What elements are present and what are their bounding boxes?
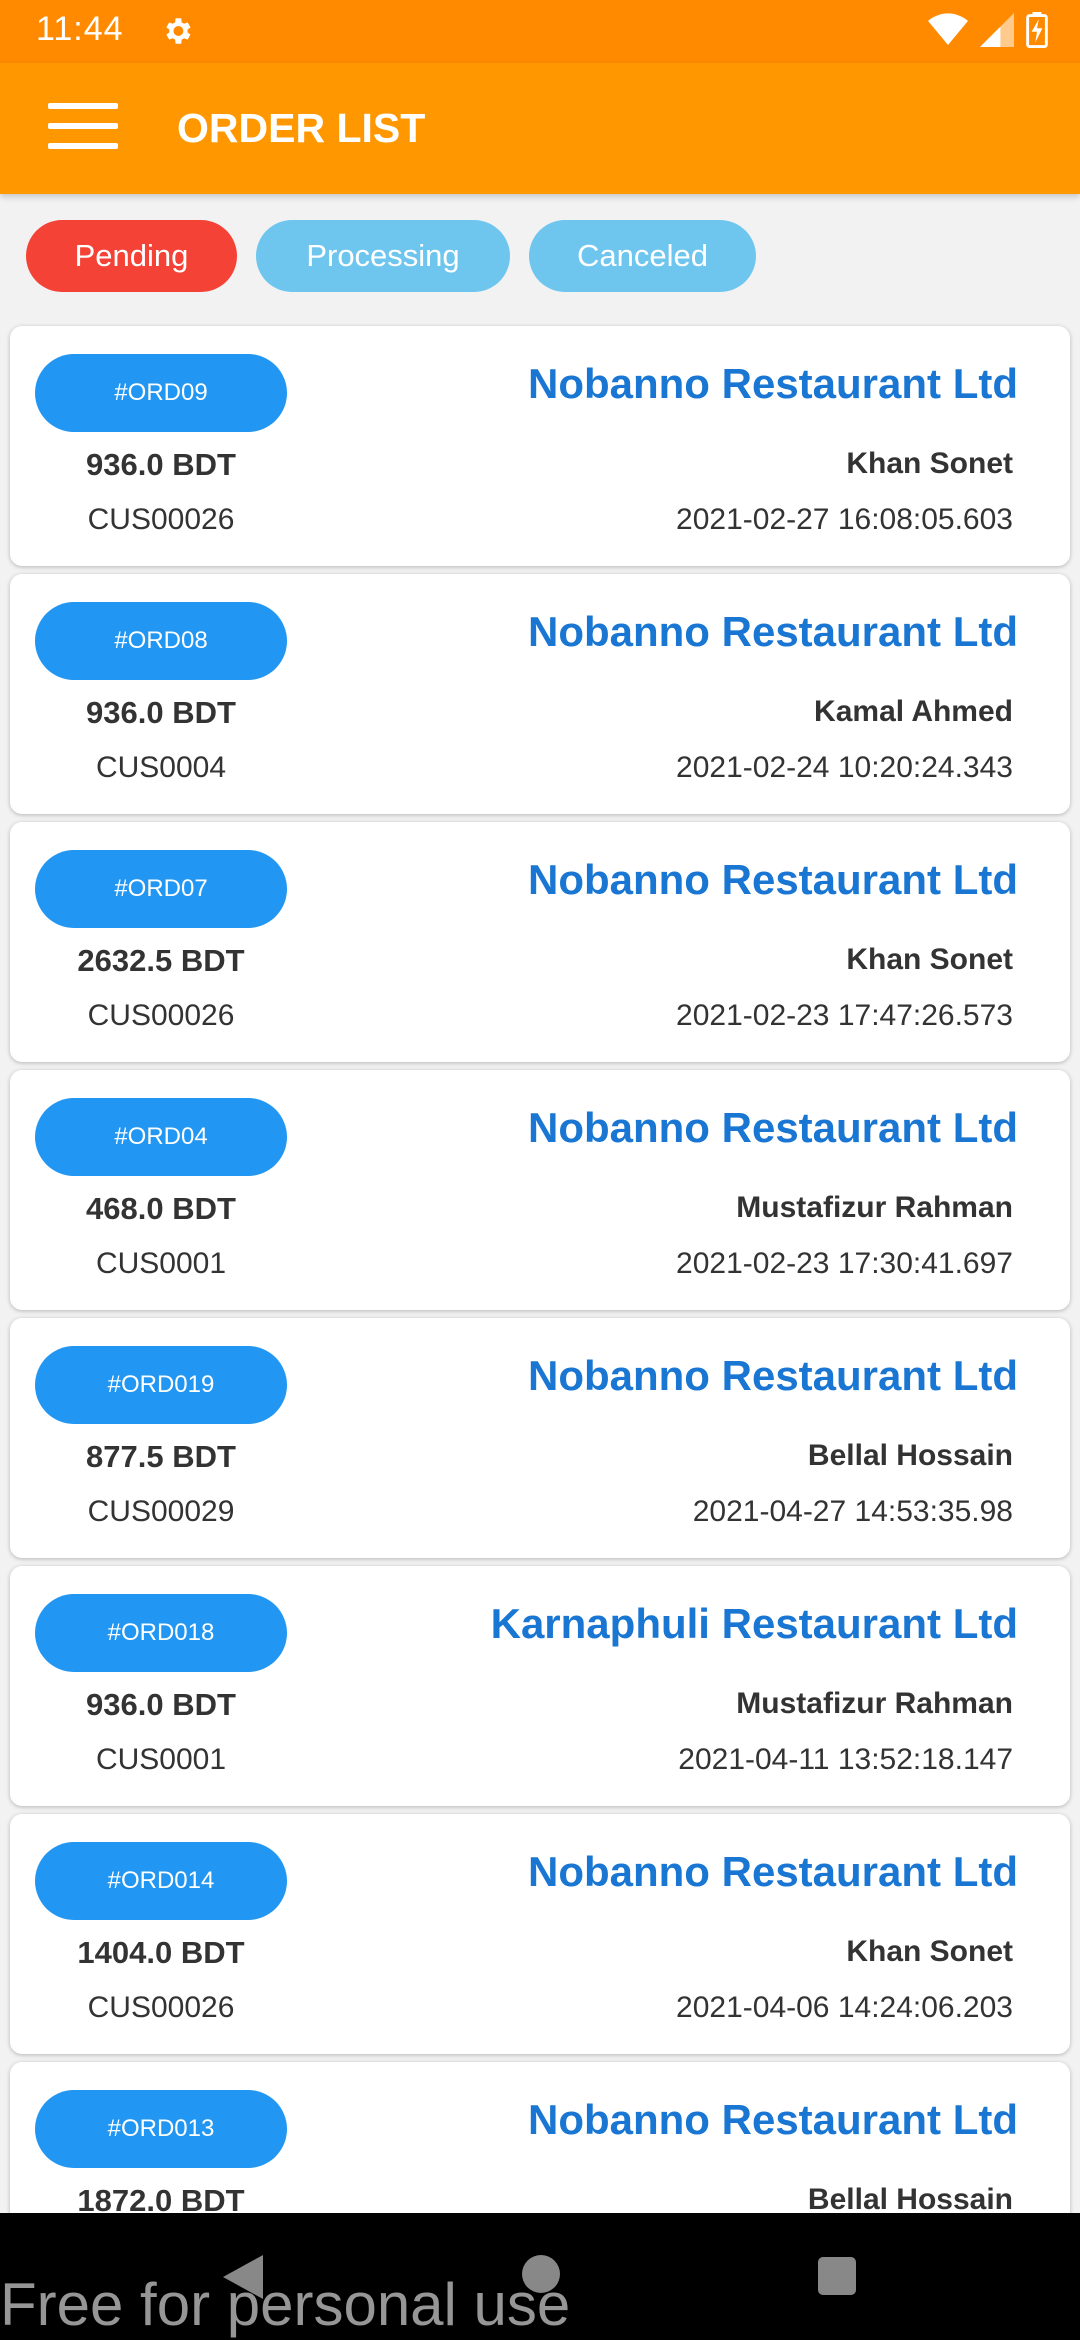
order-card[interactable]: #ORD019 877.5 BDT CUS00029 Nobanno Resta… [10, 1318, 1070, 1558]
battery-icon [1026, 12, 1048, 48]
watermark-text: Free for personal use [0, 2271, 571, 2338]
order-datetime: 2021-02-23 17:30:41.697 [676, 1247, 1013, 1280]
status-time: 11:44 [36, 10, 124, 48]
status-bar: 11:44 [0, 0, 1080, 63]
order-card[interactable]: #ORD04 468.0 BDT CUS0001 Nobanno Restaur… [10, 1070, 1070, 1310]
hamburger-menu-icon[interactable] [48, 103, 118, 155]
status-indicators [928, 12, 1048, 48]
recent-apps-icon[interactable] [818, 2257, 856, 2295]
tab-canceled[interactable]: Canceled [529, 220, 756, 292]
order-id-badge[interactable]: #ORD014 [35, 1842, 287, 1920]
customer-id: CUS0001 [95, 1743, 227, 1776]
order-id-badge[interactable]: #ORD09 [35, 354, 287, 432]
customer-name: Bellal Hossain [807, 2183, 1013, 2216]
wifi-icon [928, 13, 968, 46]
restaurant-name: Nobanno Restaurant Ltd [528, 2096, 1018, 2143]
order-datetime: 2021-04-27 14:53:35.98 [692, 1495, 1013, 1528]
order-id-badge[interactable]: #ORD08 [35, 602, 287, 680]
order-id-badge[interactable]: #ORD019 [35, 1346, 287, 1424]
order-datetime: 2021-02-27 16:08:05.603 [676, 503, 1013, 536]
order-id-badge[interactable]: #ORD07 [35, 850, 287, 928]
order-datetime: 2021-04-06 14:24:06.203 [676, 1991, 1013, 2024]
customer-name: Mustafizur Rahman [736, 1687, 1013, 1720]
settings-gear-icon [166, 18, 191, 44]
order-amount: 468.0 BDT [86, 1191, 236, 1226]
order-amount: 936.0 BDT [86, 695, 236, 730]
order-card[interactable]: #ORD07 2632.5 BDT CUS00026 Nobanno Resta… [10, 822, 1070, 1062]
customer-name: Kamal Ahmed [814, 695, 1013, 728]
order-card[interactable]: #ORD09 936.0 BDT CUS00026 Nobanno Restau… [10, 326, 1070, 566]
customer-name: Khan Sonet [846, 1935, 1013, 1968]
page-title: ORDER LIST [177, 105, 426, 151]
restaurant-name: Nobanno Restaurant Ltd [528, 1352, 1018, 1399]
customer-id: CUS0004 [95, 751, 227, 784]
order-datetime: 2021-02-23 17:47:26.573 [676, 999, 1013, 1032]
order-datetime: 2021-04-11 13:52:18.147 [678, 1743, 1013, 1776]
order-card[interactable]: #ORD08 936.0 BDT CUS0004 Nobanno Restaur… [10, 574, 1070, 814]
order-datetime: 2021-02-24 10:20:24.343 [676, 751, 1013, 784]
customer-name: Mustafizur Rahman [736, 1191, 1013, 1224]
customer-id: CUS00029 [87, 1495, 235, 1528]
order-id-badge[interactable]: #ORD018 [35, 1594, 287, 1672]
restaurant-name: Nobanno Restaurant Ltd [528, 1104, 1018, 1151]
cell-signal-icon [980, 13, 1014, 47]
status-filter-tabs: Pending Processing Canceled [26, 220, 775, 292]
order-id-badge[interactable]: #ORD013 [35, 2090, 287, 2168]
app-bar: ORDER LIST [0, 63, 1080, 194]
customer-name: Bellal Hossain [807, 1439, 1013, 1472]
order-amount: 936.0 BDT [86, 1687, 236, 1722]
restaurant-name: Nobanno Restaurant Ltd [528, 608, 1018, 655]
tab-pending[interactable]: Pending [26, 220, 237, 292]
order-card[interactable]: #ORD018 936.0 BDT CUS0001 Karnaphuli Res… [10, 1566, 1070, 1806]
order-card[interactable]: #ORD014 1404.0 BDT CUS00026 Nobanno Rest… [10, 1814, 1070, 2054]
customer-id: CUS00026 [87, 999, 235, 1032]
restaurant-name: Nobanno Restaurant Ltd [528, 360, 1018, 407]
order-amount: 936.0 BDT [86, 447, 236, 482]
restaurant-name: Nobanno Restaurant Ltd [528, 856, 1018, 903]
customer-name: Khan Sonet [846, 447, 1013, 480]
order-id-badge[interactable]: #ORD04 [35, 1098, 287, 1176]
customer-id: CUS0001 [95, 1247, 227, 1280]
order-amount: 2632.5 BDT [77, 943, 245, 978]
customer-id: CUS00026 [87, 503, 235, 536]
order-list: #ORD09 936.0 BDT CUS00026 Nobanno Restau… [10, 326, 1070, 2310]
restaurant-name: Karnaphuli Restaurant Ltd [490, 1600, 1018, 1647]
customer-id: CUS00026 [87, 1991, 235, 2024]
tab-processing[interactable]: Processing [256, 220, 510, 292]
restaurant-name: Nobanno Restaurant Ltd [528, 1848, 1018, 1895]
order-amount: 1404.0 BDT [77, 1935, 245, 1970]
order-amount: 877.5 BDT [86, 1439, 236, 1474]
customer-name: Khan Sonet [846, 943, 1013, 976]
